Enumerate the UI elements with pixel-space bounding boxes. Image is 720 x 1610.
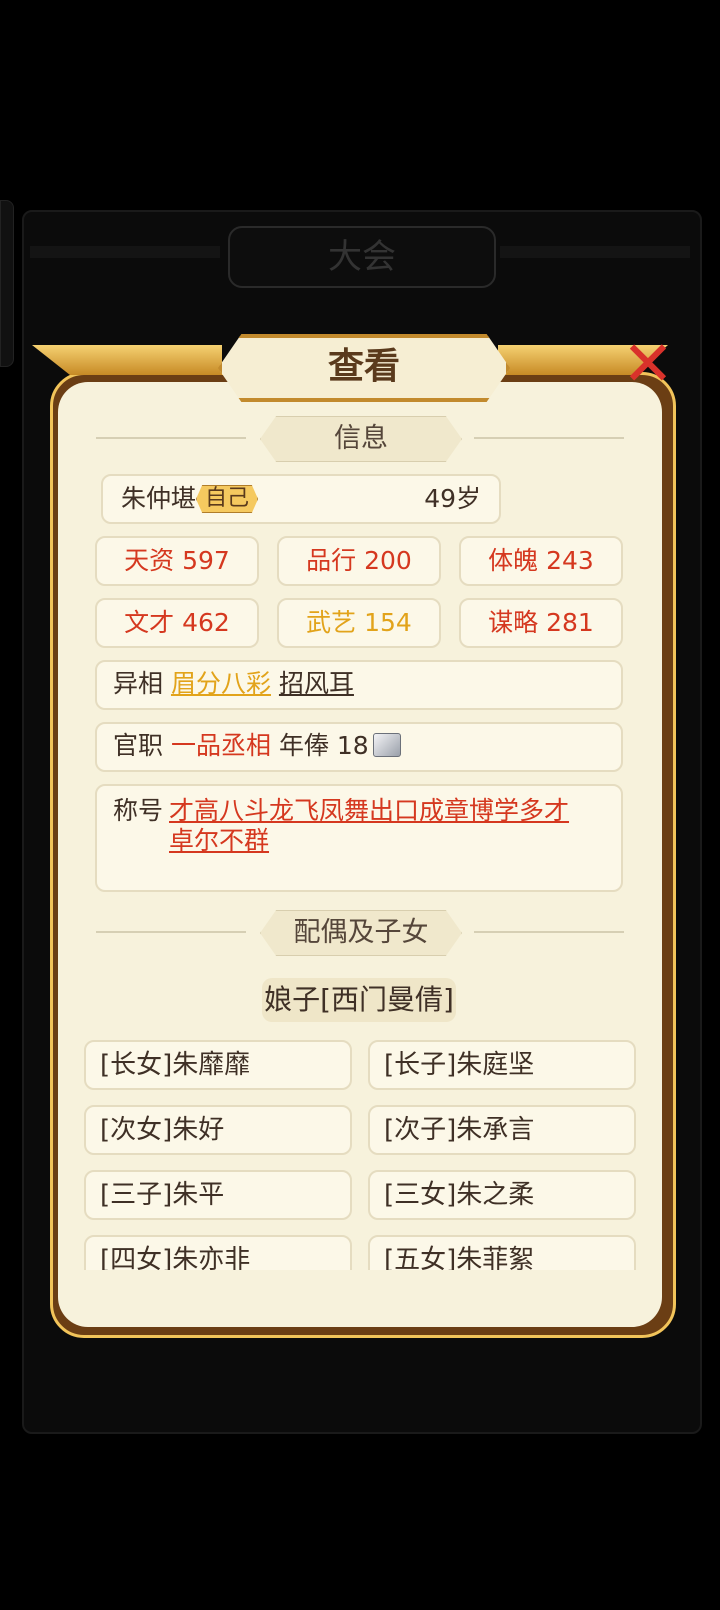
- child-item[interactable]: [三子]朱平: [84, 1170, 352, 1220]
- section-title-family: 配偶及子女: [260, 910, 462, 956]
- child-item[interactable]: [四女]朱亦非: [84, 1235, 352, 1270]
- dialog-title: 查看: [218, 334, 510, 402]
- honor-title-line[interactable]: 才高八斗龙飞凤舞出口成章博学多才: [169, 796, 609, 826]
- stat-conduct: 品行 200: [277, 536, 441, 586]
- divider-line: [474, 931, 624, 933]
- child-item[interactable]: [长子]朱庭坚: [368, 1040, 636, 1090]
- salary: 年俸 18: [278, 731, 369, 760]
- background-title: 大会: [228, 226, 496, 288]
- stat-aptitude: 天资 597: [95, 536, 259, 586]
- appearance-trait[interactable]: 眉分八彩: [171, 669, 271, 698]
- honor-box: 称号 才高八斗龙飞凤舞出口成章博学多才 卓尔不群: [95, 784, 623, 892]
- divider-line: [96, 931, 246, 933]
- background-bar-left: [30, 246, 220, 258]
- stat-martial: 武艺 154: [277, 598, 441, 648]
- divider-line: [96, 437, 246, 439]
- section-header-family: 配偶及子女: [96, 910, 624, 956]
- child-item[interactable]: [三女]朱之柔: [368, 1170, 636, 1220]
- spouse-button[interactable]: 娘子[西门曼倩]: [262, 978, 456, 1022]
- character-name: 朱仲堪: [121, 484, 197, 513]
- child-item[interactable]: [次女]朱好: [84, 1105, 352, 1155]
- divider-line: [474, 437, 624, 439]
- child-item[interactable]: [五女]朱菲絮: [368, 1235, 636, 1270]
- section-header-info: 信息: [96, 416, 624, 462]
- honor-titles: 才高八斗龙飞凤舞出口成章博学多才 卓尔不群: [169, 796, 609, 856]
- appearance-row: 异相 眉分八彩 招风耳: [95, 660, 623, 710]
- self-tag: 自己: [196, 485, 259, 513]
- character-age: 49岁: [424, 484, 481, 513]
- background-bar-right: [500, 246, 690, 258]
- stat-literary: 文才 462: [95, 598, 259, 648]
- office-title: 一品丞相: [170, 731, 271, 760]
- section-title-info: 信息: [260, 416, 462, 462]
- appearance-label: 异相: [113, 669, 164, 698]
- child-item[interactable]: [次子]朱承言: [368, 1105, 636, 1155]
- child-item[interactable]: [长女]朱靡靡: [84, 1040, 352, 1090]
- silver-ingot-icon: [372, 733, 401, 757]
- side-tab: [0, 200, 14, 367]
- appearance-trait[interactable]: 招风耳: [279, 669, 354, 698]
- office-row: 官职 一品丞相 年俸 18: [95, 722, 623, 772]
- honor-label: 称号: [113, 796, 164, 825]
- stat-strategy: 谋略 281: [459, 598, 623, 648]
- profile-row: 朱仲堪 自己 49岁: [101, 474, 501, 524]
- close-x-icon[interactable]: ✕: [616, 332, 680, 396]
- children-list: [长女]朱靡靡 [长子]朱庭坚 [次女]朱好 [次子]朱承言 [三子]朱平 [三…: [58, 1030, 662, 1270]
- office-label: 官职: [113, 731, 164, 760]
- honor-title-line[interactable]: 卓尔不群: [169, 826, 609, 856]
- stat-physique: 体魄 243: [459, 536, 623, 586]
